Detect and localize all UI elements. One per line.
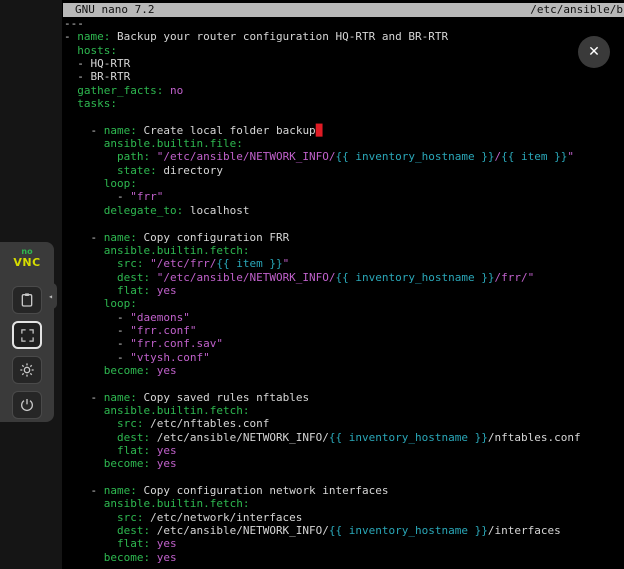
vnc-terminal-screen[interactable]: GNU nano 7.2 /etc/ansible/b ---- name: B… [62, 0, 624, 569]
editor-line: - "frr.conf" [64, 324, 624, 337]
editor-line: - "vtysh.conf" [64, 351, 624, 364]
editor-line [64, 110, 624, 123]
editor-line: gather_facts: no [64, 84, 624, 97]
gear-icon [19, 362, 35, 378]
nano-version: GNU nano 7.2 [75, 3, 154, 17]
desktop-background: { "window": { "title_left": "GNU nano 7.… [0, 0, 624, 569]
nano-title-bar: GNU nano 7.2 /etc/ansible/b [63, 3, 624, 17]
editor-line: become: yes [64, 551, 624, 564]
power-button[interactable] [12, 391, 42, 419]
editor-line: ansible.builtin.fetch: [64, 404, 624, 417]
editor-line: dest: /etc/ansible/NETWORK_INFO/{{ inven… [64, 524, 624, 537]
editor-line: ansible.builtin.file: [64, 137, 624, 150]
editor-line: - name: Copy configuration FRR [64, 231, 624, 244]
editor-line: dest: /etc/ansible/NETWORK_INFO/{{ inven… [64, 431, 624, 444]
nano-filename: /etc/ansible/b [530, 3, 623, 17]
editor-line: hosts: [64, 44, 624, 57]
editor-line: src: /etc/network/interfaces [64, 511, 624, 524]
editor-line: ansible.builtin.fetch: [64, 244, 624, 257]
clipboard-icon [19, 292, 35, 308]
control-bar-buttons [0, 286, 54, 419]
editor-line: - "frr.conf.sav" [64, 337, 624, 350]
editor-line: flat: yes [64, 537, 624, 550]
editor-line: tasks: [64, 97, 624, 110]
close-button[interactable]: ✕ [578, 36, 610, 68]
editor-line: - "daemons" [64, 311, 624, 324]
editor-line: - HQ-RTR [64, 57, 624, 70]
editor-line: become: yes [64, 457, 624, 470]
text-cursor: █ [316, 124, 323, 137]
editor-line: - name: Create local folder backup█ [64, 124, 624, 137]
editor-line: --- [64, 17, 624, 30]
clipboard-button[interactable] [12, 286, 42, 314]
editor-line: flat: yes [64, 284, 624, 297]
editor-line: dest: "/etc/ansible/NETWORK_INFO/{{ inve… [64, 271, 624, 284]
fullscreen-button[interactable] [12, 321, 42, 349]
editor-line: - name: Copy saved rules nftables [64, 391, 624, 404]
editor-line [64, 377, 624, 390]
editor-line: loop: [64, 177, 624, 190]
novnc-control-bar: no VNC ◂ [0, 242, 54, 422]
settings-button[interactable] [12, 356, 42, 384]
novnc-logo-main: VNC [0, 257, 54, 268]
novnc-logo: no VNC [0, 242, 54, 274]
editor-line: become: yes [64, 364, 624, 377]
editor-line: path: "/etc/ansible/NETWORK_INFO/{{ inve… [64, 150, 624, 163]
editor-line: - name: Copy configuration network inter… [64, 484, 624, 497]
editor-line: delegate_to: localhost [64, 204, 624, 217]
power-icon [19, 397, 35, 413]
editor-line: flat: yes [64, 444, 624, 457]
editor-line: - BR-RTR [64, 70, 624, 83]
editor-line: - "frr" [64, 190, 624, 203]
editor-line: src: "/etc/frr/{{ item }}" [64, 257, 624, 270]
editor-line: loop: [64, 297, 624, 310]
editor-line: src: /etc/nftables.conf [64, 417, 624, 430]
editor-line: - name: Backup your router configuration… [64, 30, 624, 43]
editor-line [64, 471, 624, 484]
editor-line: ansible.builtin.fetch: [64, 497, 624, 510]
editor-line [64, 217, 624, 230]
editor-content[interactable]: ---- name: Backup your router configurat… [64, 17, 624, 569]
editor-line: state: directory [64, 164, 624, 177]
close-icon: ✕ [588, 44, 600, 60]
fullscreen-icon [20, 328, 35, 343]
